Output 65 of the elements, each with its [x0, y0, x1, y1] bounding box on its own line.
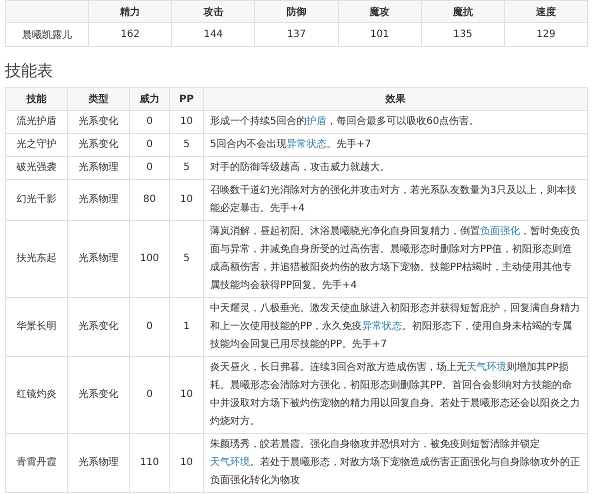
table-cell: 0 — [130, 156, 170, 180]
table-cell: 0 — [130, 356, 170, 434]
column-header: 防御 — [254, 0, 338, 22]
table-cell: 扶光东起 — [6, 220, 68, 298]
effect-text: 5回合内不会出现异常状态。先手+7 — [204, 134, 588, 156]
table-cell: 幻光千影 — [6, 180, 68, 220]
effect-text: 朱颜琇秀，皎若晨霞。强化自身物攻并恐惧对方，被免疫则短暂清除并锁定 天气环境。若处于晨曦形态，对敌方场下宠物造成伤害正面强化与自身除物攻外的正负面强化转化为物攻 — [204, 434, 588, 492]
column-header: 效果 — [204, 88, 588, 110]
column-header: 技能 — [6, 88, 68, 110]
table-cell: 青霄丹霞 — [6, 434, 68, 492]
effect-link[interactable]: 护盾 — [306, 116, 326, 127]
effect-text: 中天耀灵，八极垂光。激发天使血脉进入初阳形态并获得短暂庇护，回复满自身精力和上一次使用技能的PP，永久免疫异常状态。初阳形态下，使用自身未枯竭的专属技能均会回复已用尽技能的PP。先手+7 — [204, 298, 588, 356]
table-cell: 流光护盾 — [6, 110, 68, 134]
effect-link[interactable]: 天气环境 — [466, 362, 506, 373]
table-cell: 162 — [88, 22, 172, 46]
table-cell: 5 — [170, 156, 204, 180]
table-cell: 光之守护 — [6, 134, 68, 156]
effect-text: 炎天昼火，长日弗暮。连续3回合对敌方造成伤害，场上无天气环境则增加其PP损耗。晨曦形态会清除对方强化，初阳形态则删除其PP。首回合会影响对方技能的命中并汲取对方场下被灼伤宠物的精力用以回复自身。若处于晨曦形态还会以阳炎之力灼烧对方。 — [204, 356, 588, 434]
table-cell: 135 — [421, 22, 504, 46]
effect-link[interactable]: 异常状态 — [362, 321, 402, 332]
column-header: 速度 — [504, 0, 588, 22]
column-header: PP — [170, 88, 204, 110]
table-cell: 144 — [172, 22, 255, 46]
table-cell: 110 — [130, 434, 170, 492]
column-header: 魔攻 — [338, 0, 422, 22]
table-cell: 5 — [170, 134, 204, 156]
table-cell: 80 — [130, 180, 170, 220]
table-cell: 137 — [254, 22, 338, 46]
table-cell: 10 — [170, 434, 204, 492]
table-cell: 华景长明 — [6, 298, 68, 356]
table-cell: 101 — [338, 22, 422, 46]
table-cell: 100 — [130, 220, 170, 298]
column-header: 类型 — [68, 88, 130, 110]
effect-link[interactable]: 异常状态 — [286, 139, 326, 150]
table-cell: 光系物理 — [68, 156, 130, 180]
table-cell: 光系物理 — [68, 434, 130, 492]
effect-text: 薄岚消解，昼起初阳。沐浴晨曦晓光净化自身回复精力，倒置负面强化，暂时免疫负面与异常，并减免自身所受的过高伤害。晨曦形态时删除对方PP值，初阳形态则造成高额伤害，并追猎被阳炎灼伤的敌方场下宠物。技能PP枯竭时，主动使用其他专属技能均会获得PP回复。先手+4 — [204, 220, 588, 298]
section-title: 技能表 — [5, 61, 54, 82]
table-cell: 红镜灼炎 — [6, 356, 68, 434]
effect-link[interactable]: 负面强化 — [480, 226, 520, 237]
table-cell: 光系物理 — [68, 220, 130, 298]
table-cell: 5 — [170, 220, 204, 298]
table-cell: 10 — [170, 110, 204, 134]
table-cell: 0 — [130, 110, 170, 134]
table-cell: 10 — [170, 180, 204, 220]
effect-text: 对手的防御等级越高，攻击威力就越大。 — [204, 156, 588, 180]
effect-text: 召唤数千道幻光消除对方的强化并攻击对方，若光系队友数量为3只及以上，则本技能必定暴击。先手+4 — [204, 180, 588, 220]
table-cell: 光系变化 — [68, 110, 130, 134]
table-cell: 光系变化 — [68, 134, 130, 156]
table-cell: 破光强袭 — [6, 156, 68, 180]
table-cell: 10 — [170, 356, 204, 434]
table-cell: 129 — [504, 22, 588, 46]
table-cell: 光系变化 — [68, 298, 130, 356]
effect-text: 形成一个持续5回合的护盾，每回合最多可以吸收60点伤害。 — [204, 110, 588, 134]
table-cell: 光系变化 — [68, 356, 130, 434]
table-cell: 晨曦凯露儿 — [6, 22, 89, 46]
table-cell: 1 — [170, 298, 204, 356]
column-header: 威力 — [130, 88, 170, 110]
table-cell: 0 — [130, 298, 170, 356]
column-header: 精力 — [88, 0, 172, 22]
column-header: 魔抗 — [421, 0, 504, 22]
table-cell: 光系物理 — [68, 180, 130, 220]
effect-link[interactable]: 天气环境 — [210, 457, 250, 468]
table-cell: 0 — [130, 134, 170, 156]
column-header: 攻击 — [172, 0, 255, 22]
